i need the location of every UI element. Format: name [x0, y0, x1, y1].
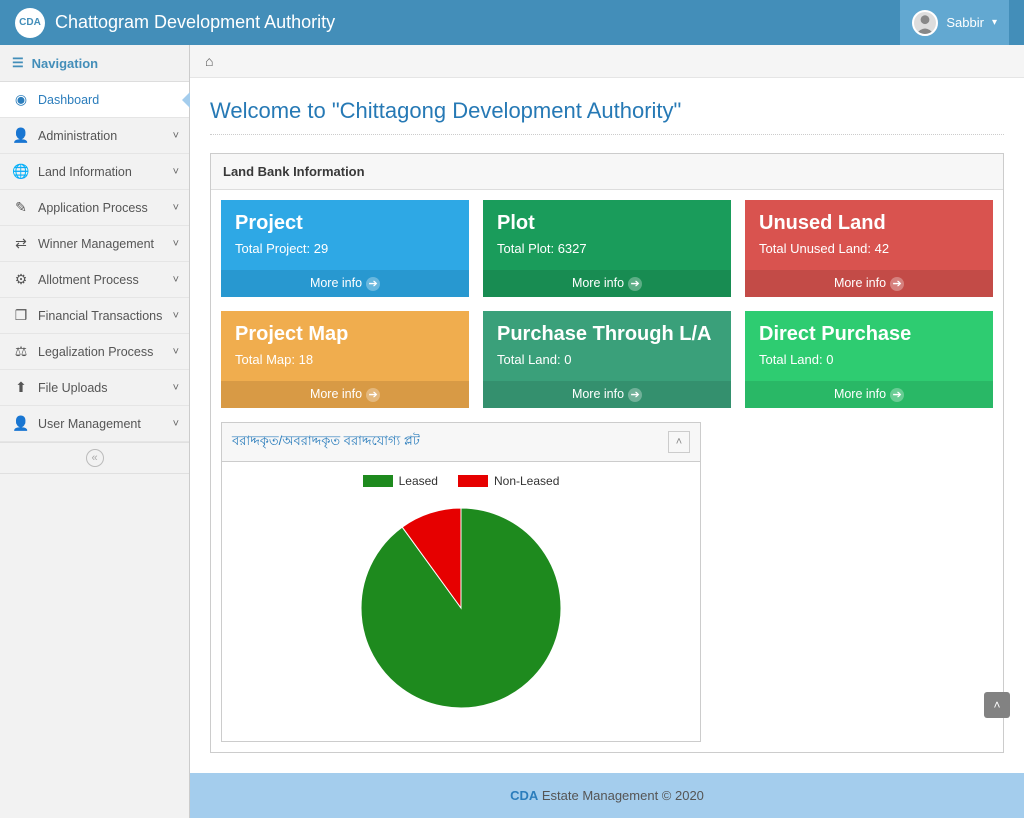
- chevron-down-icon: ˅: [173, 418, 179, 430]
- info-card: Unused Land Total Unused Land: 42 More inf…: [745, 200, 993, 297]
- legend-label-nonleased: Non-Leased: [494, 474, 559, 488]
- nav-list: ◉ Dashboard 👤 Administration ˅ 🌐 Land Informat…: [0, 82, 189, 442]
- page-title: Welcome to "Chittagong Development Autho…: [210, 98, 1004, 135]
- sidebar-item-dashboard[interactable]: ◉ Dashboard: [0, 82, 189, 117]
- card-title: Project Map: [235, 323, 455, 346]
- chevron-down-icon: ˅: [173, 310, 179, 322]
- footer-cda: CDA: [510, 788, 538, 803]
- sidebar-item-label: User Management: [38, 417, 141, 431]
- caret-down-icon: ▾: [992, 17, 997, 28]
- chevron-down-icon: ˅: [173, 166, 179, 178]
- pie-chart: [351, 498, 571, 718]
- chart-title: বরাদ্দকৃত/অবরাদ্দকৃত বরাদ্দযোগ্য প্লট: [232, 432, 420, 453]
- user-name: Sabbir: [946, 15, 984, 30]
- chevron-down-icon: ˅: [173, 274, 179, 286]
- info-card: Project Map Total Map: 18 More info: [221, 311, 469, 408]
- card-subtitle: Total Plot: 6327: [497, 241, 717, 256]
- chevron-down-icon: ˅: [173, 202, 179, 214]
- card-title: Project: [235, 212, 455, 235]
- sidebar-item-administration[interactable]: 👤 Administration ˅: [0, 118, 189, 153]
- card-title: Purchase Through L/A: [497, 323, 717, 346]
- chevron-down-icon: ˅: [173, 130, 179, 142]
- sidebar-item-label: Administration: [38, 129, 117, 143]
- sidebar-item-label: Application Process: [38, 201, 148, 215]
- sidebar-item-label: Dashboard: [38, 93, 99, 107]
- sidebar-item-financial-transactions[interactable]: ❐ Financial Transactions ˅: [0, 298, 189, 333]
- card-title: Direct Purchase: [759, 323, 979, 346]
- info-card: Plot Total Plot: 6327 More info: [483, 200, 731, 297]
- brand-title: Chattogram Development Authority: [55, 12, 900, 33]
- brand-logo: CDA: [15, 8, 45, 38]
- info-card: Direct Purchase Total Land: 0 More info: [745, 311, 993, 408]
- chart-legend: Leased Non-Leased: [232, 474, 690, 488]
- sidebar-item-allotment-process[interactable]: ⚙ Allotment Process ˅: [0, 262, 189, 297]
- nav-icon: ⇄: [12, 235, 30, 252]
- card-title: Plot: [497, 212, 717, 235]
- list-icon: ☰: [12, 55, 24, 71]
- chevron-up-icon[interactable]: ˄: [668, 431, 690, 453]
- chevron-down-icon: ˅: [173, 346, 179, 358]
- user-menu[interactable]: Sabbir ▾: [900, 0, 1009, 45]
- nav-icon: 🌐: [12, 163, 30, 180]
- card-title: Unused Land: [759, 212, 979, 235]
- content: ⌂ Welcome to "Chittagong Development Aut…: [190, 45, 1024, 818]
- sidebar: ☰ Navigation ◉Dashboard👤Administration˅🌐…: [0, 45, 190, 818]
- scroll-top-button[interactable]: ˄: [984, 692, 1010, 718]
- nav-icon: ◉: [12, 91, 30, 108]
- nav-icon: ⬆: [12, 379, 30, 396]
- sidebar-item-application-process[interactable]: ✎ Application Process ˅: [0, 190, 189, 225]
- chevron-down-icon: ˅: [173, 382, 179, 394]
- topbar: CDA Chattogram Development Authority Sab…: [0, 0, 1024, 45]
- sidebar-item-label: Financial Transactions: [38, 309, 162, 323]
- sidebar-item-label: Legalization Process: [38, 345, 153, 359]
- sidebar-item-user-management[interactable]: 👤 User Management ˅: [0, 406, 189, 441]
- nav-icon: ⚖: [12, 343, 30, 360]
- nav-icon: 👤: [12, 415, 30, 432]
- info-cards: Project Total Project: 29 More info Plot Tot…: [221, 200, 993, 408]
- more-info-link[interactable]: More info: [483, 381, 731, 408]
- home-icon[interactable]: ⌂: [205, 53, 213, 69]
- nav-header-label: Navigation: [32, 56, 98, 71]
- footer-text: Estate Management © 2020: [538, 788, 704, 803]
- nav-header: ☰ Navigation: [0, 45, 189, 82]
- nav-icon: ✎: [12, 199, 30, 216]
- land-bank-panel: Land Bank Information Project Total Proje…: [210, 153, 1004, 753]
- card-subtitle: Total Land: 0: [759, 352, 979, 367]
- sidebar-item-label: Allotment Process: [38, 273, 139, 287]
- chevron-down-icon: ˅: [173, 238, 179, 250]
- sidebar-item-land-information[interactable]: 🌐 Land Information ˅: [0, 154, 189, 189]
- more-info-link[interactable]: More info: [745, 381, 993, 408]
- more-info-link[interactable]: More info: [221, 270, 469, 297]
- legend-label-leased: Leased: [399, 474, 438, 488]
- sidebar-item-winner-management[interactable]: ⇄ Winner Management ˅: [0, 226, 189, 261]
- panel-title: Land Bank Information: [211, 154, 1003, 190]
- avatar: [912, 10, 938, 36]
- info-card: Purchase Through L/A Total Land: 0 More in…: [483, 311, 731, 408]
- card-subtitle: Total Project: 29: [235, 241, 455, 256]
- sidebar-item-label: File Uploads: [38, 381, 107, 395]
- nav-icon: ⚙: [12, 271, 30, 288]
- more-info-link[interactable]: More info: [221, 381, 469, 408]
- sidebar-collapse-button[interactable]: «: [0, 442, 189, 474]
- sidebar-item-file-uploads[interactable]: ⬆ File Uploads ˅: [0, 370, 189, 405]
- card-subtitle: Total Map: 18: [235, 352, 455, 367]
- nav-icon: 👤: [12, 127, 30, 144]
- nav-icon: ❐: [12, 307, 30, 324]
- footer: CDA Estate Management © 2020: [190, 773, 1024, 818]
- breadcrumb: ⌂: [190, 45, 1024, 78]
- card-subtitle: Total Land: 0: [497, 352, 717, 367]
- legend-swatch-leased: [363, 475, 393, 487]
- sidebar-item-label: Land Information: [38, 165, 132, 179]
- legend-swatch-nonleased: [458, 475, 488, 487]
- info-card: Project Total Project: 29 More info: [221, 200, 469, 297]
- sidebar-item-label: Winner Management: [38, 237, 154, 251]
- more-info-link[interactable]: More info: [745, 270, 993, 297]
- card-subtitle: Total Unused Land: 42: [759, 241, 979, 256]
- sidebar-item-legalization-process[interactable]: ⚖ Legalization Process ˅: [0, 334, 189, 369]
- more-info-link[interactable]: More info: [483, 270, 731, 297]
- chart-panel: বরাদ্দকৃত/অবরাদ্দকৃত বরাদ্দযোগ্য প্লট ˄ …: [221, 422, 701, 742]
